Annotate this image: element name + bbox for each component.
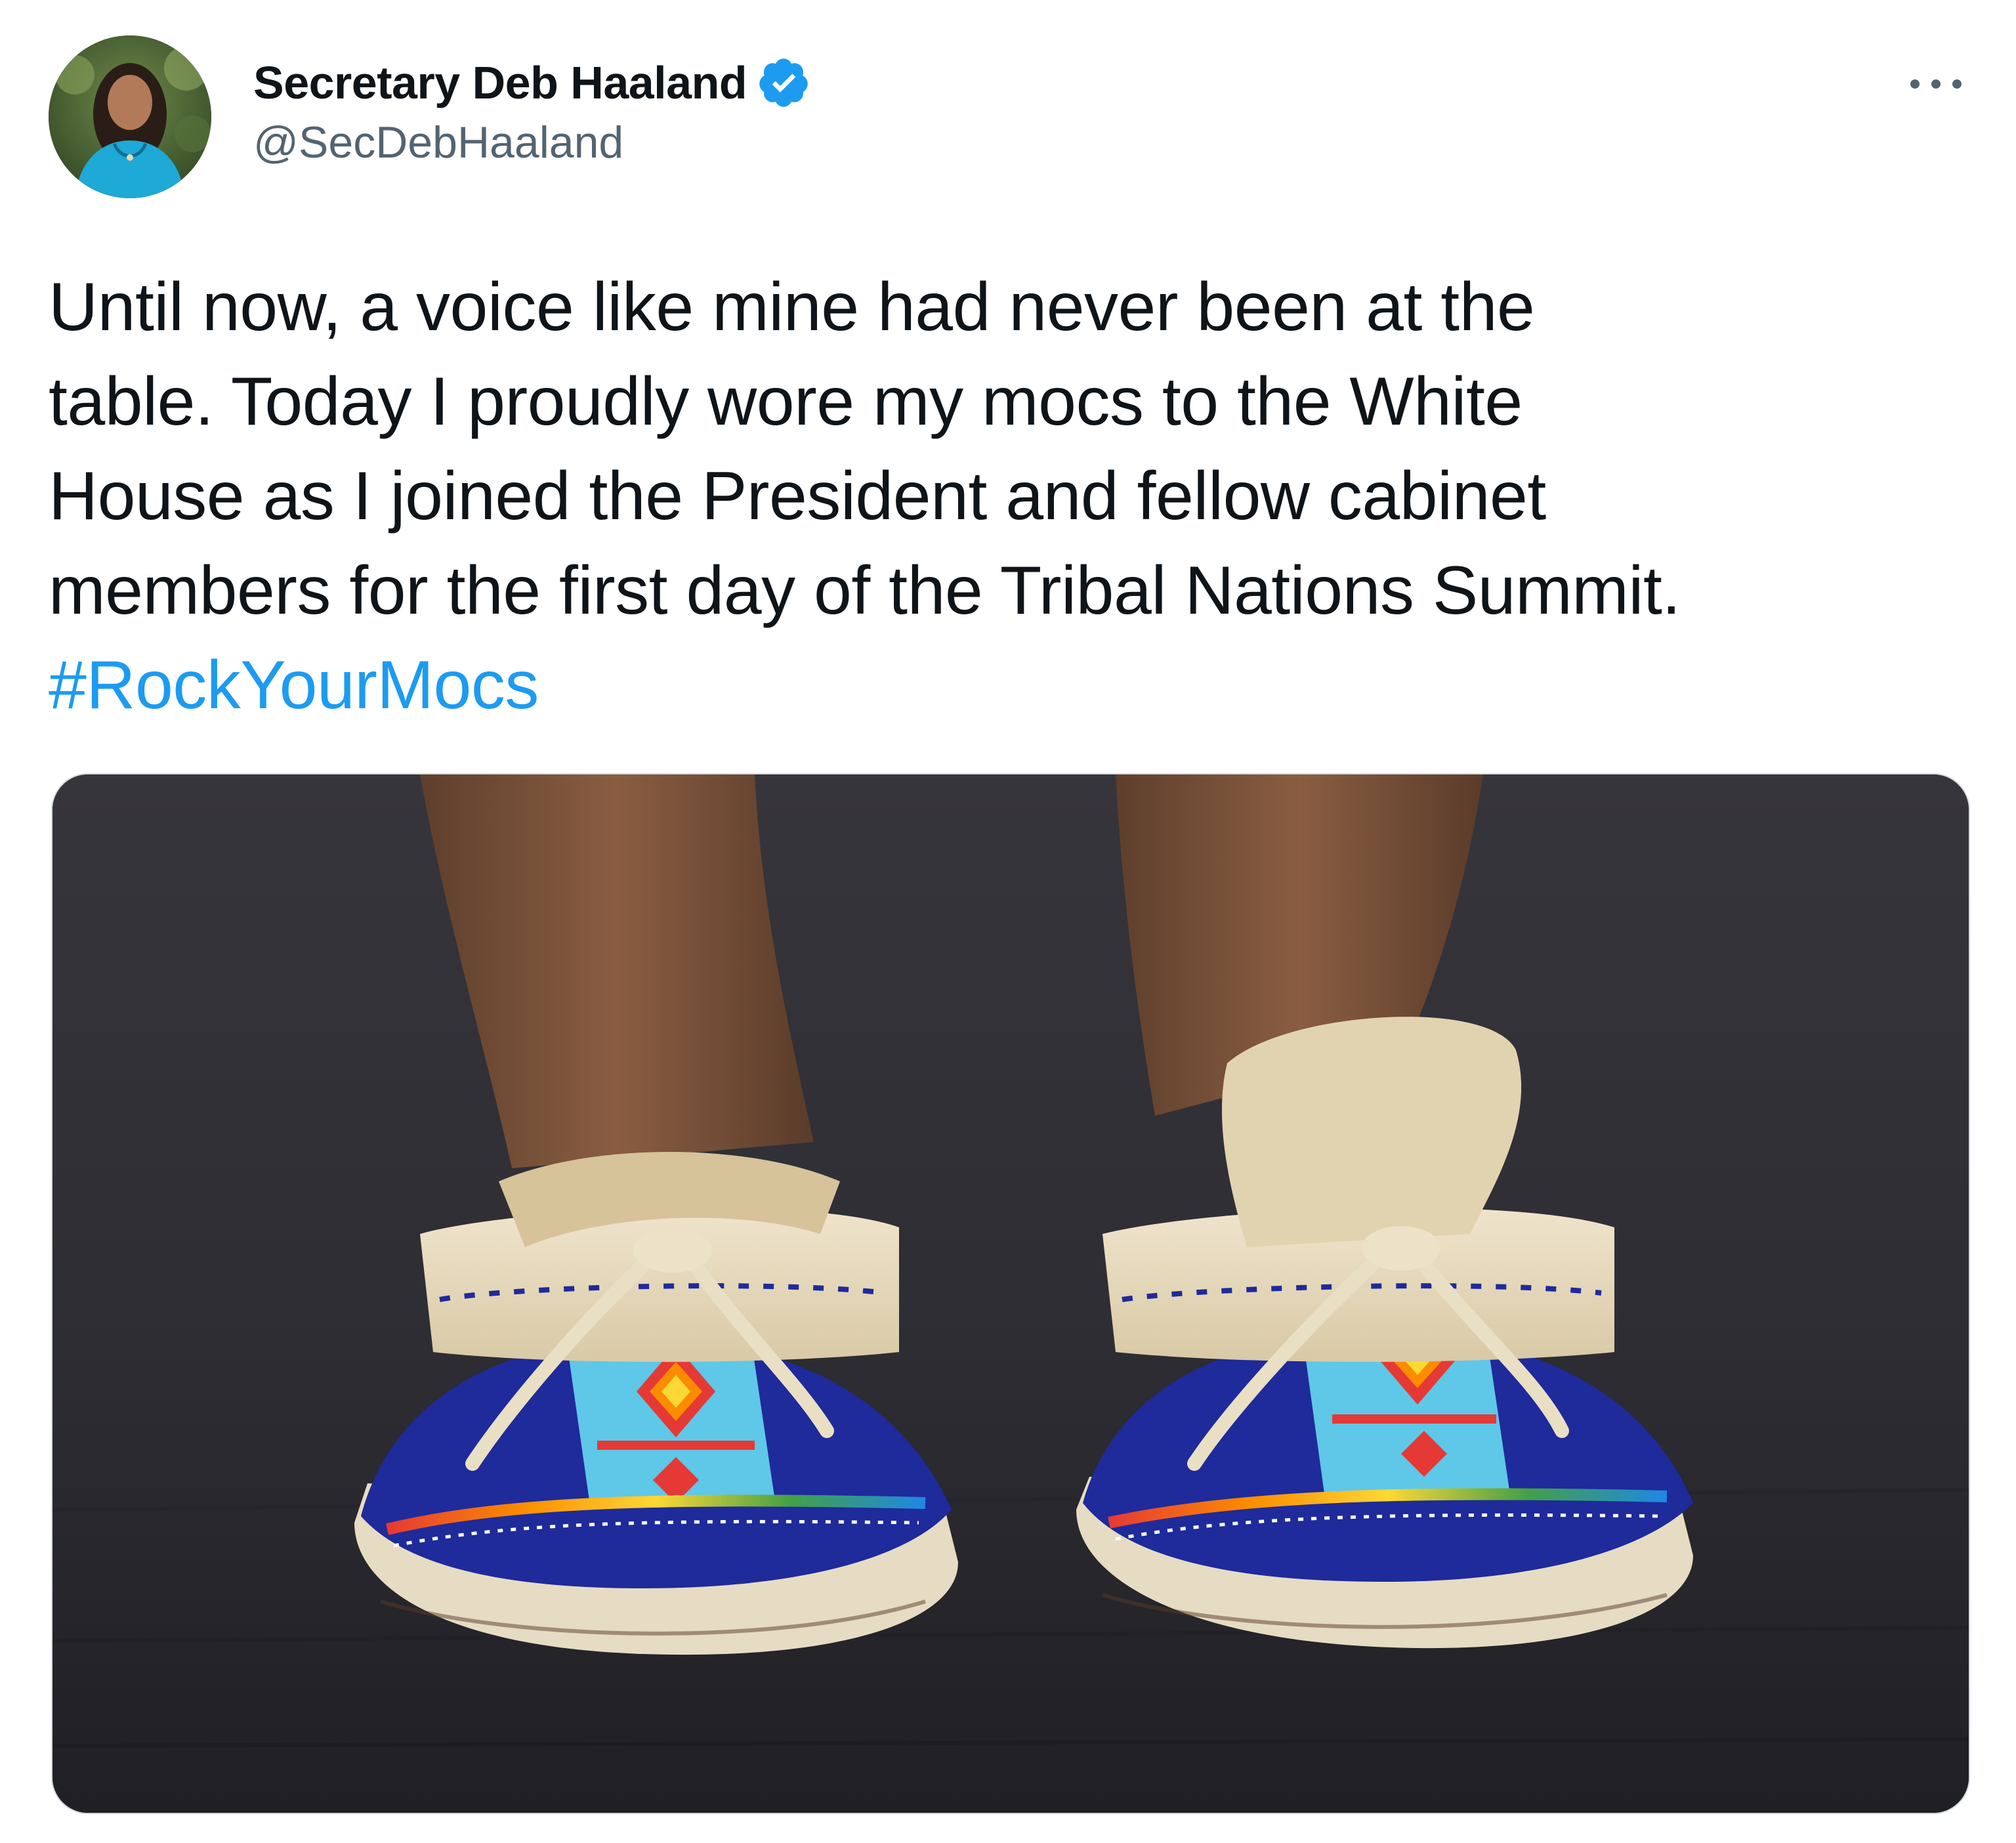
tweet-text-line: table. Today I proudly wore my mocs to t… (49, 364, 1522, 440)
moccasins-photo (52, 774, 1969, 1813)
avatar-image (49, 35, 211, 198)
tweet-text: Until now, a voice like mine had never b… (49, 260, 1978, 732)
tweet-card: Secretary Deb Haaland @SecDebHaaland Unt… (0, 0, 2016, 1843)
hashtag-link[interactable]: #RockYourMocs (49, 647, 539, 723)
tweet-media-photo[interactable] (51, 773, 1970, 1814)
tweet-text-line: members for the first day of the Tribal … (49, 553, 1681, 629)
more-options-button[interactable] (1904, 64, 1967, 104)
author-avatar[interactable] (49, 35, 211, 198)
author-display-name[interactable]: Secretary Deb Haaland (253, 56, 747, 109)
verified-badge-icon (759, 58, 808, 107)
author-handle[interactable]: @SecDebHaaland (253, 117, 623, 168)
tweet-text-line: Until now, a voice like mine had never b… (49, 269, 1535, 345)
author-name-row[interactable]: Secretary Deb Haaland (253, 51, 811, 114)
more-horizontal-icon (1910, 79, 1962, 89)
tweet-text-line: House as I joined the President and fell… (49, 458, 1546, 534)
